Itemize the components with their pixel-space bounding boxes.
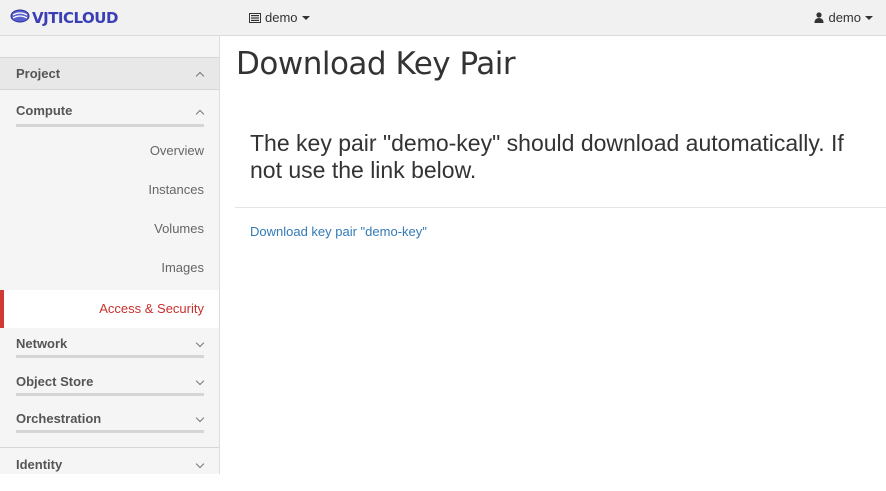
sidebar-panel-label: Compute <box>16 103 73 118</box>
chevron-down-icon <box>195 459 205 469</box>
sidebar-item-access-security[interactable]: Access & Security <box>0 290 219 328</box>
chevron-down-icon <box>195 376 205 386</box>
user-dropdown-label: demo <box>828 10 861 25</box>
sidebar-item-instances[interactable]: Instances <box>0 171 219 209</box>
cloud-logo-icon <box>10 9 30 28</box>
chevron-down-icon <box>195 338 205 348</box>
sidebar-panel-object-store[interactable]: Object Store <box>0 372 219 408</box>
sidebar-section-label: Identity <box>16 457 63 472</box>
chevron-down-icon <box>195 413 205 423</box>
user-dropdown[interactable]: demo <box>814 10 873 25</box>
chevron-up-icon <box>195 109 205 119</box>
sidebar-section-identity[interactable]: Identity <box>0 455 219 491</box>
panel-underline <box>16 355 204 358</box>
sidebar-panel-label: Network <box>16 336 68 351</box>
sidebar-item-volumes[interactable]: Volumes <box>0 210 219 248</box>
top-navbar: VJTICLOUD demo demo <box>0 0 886 36</box>
user-icon <box>814 12 824 23</box>
page-title: Download Key Pair <box>236 46 516 82</box>
logo-text: VJTICLOUD <box>32 9 118 27</box>
sidebar-section-label: Project <box>16 66 61 81</box>
project-list-icon <box>249 12 261 23</box>
sidebar-item-images[interactable]: Images <box>0 249 219 287</box>
logo[interactable]: VJTICLOUD <box>10 8 118 28</box>
sidebar-item-overview[interactable]: Overview <box>0 132 219 170</box>
project-dropdown[interactable]: demo <box>249 10 310 25</box>
sidebar-panel-compute[interactable]: Compute <box>0 96 219 132</box>
sidebar: Project Compute Overview Instances Volum… <box>0 36 220 474</box>
sidebar-divider <box>0 447 219 448</box>
panel-underline <box>16 393 204 396</box>
sidebar-panel-network[interactable]: Network <box>0 334 219 370</box>
download-key-pair-link[interactable]: Download key pair "demo-key" <box>250 224 427 239</box>
panel-underline <box>16 124 204 127</box>
caret-down-icon <box>301 16 310 20</box>
caret-down-icon <box>865 16 873 20</box>
download-message: The key pair "demo-key" should download … <box>250 130 844 183</box>
sidebar-section-project[interactable]: Project <box>0 57 219 90</box>
chevron-up-icon <box>195 71 205 81</box>
panel-underline <box>16 430 204 433</box>
sidebar-panel-label: Orchestration <box>16 411 102 426</box>
content-divider <box>235 207 886 208</box>
project-dropdown-label: demo <box>265 10 298 25</box>
sidebar-panel-orchestration[interactable]: Orchestration <box>0 409 219 445</box>
sidebar-panel-label: Object Store <box>16 374 94 389</box>
